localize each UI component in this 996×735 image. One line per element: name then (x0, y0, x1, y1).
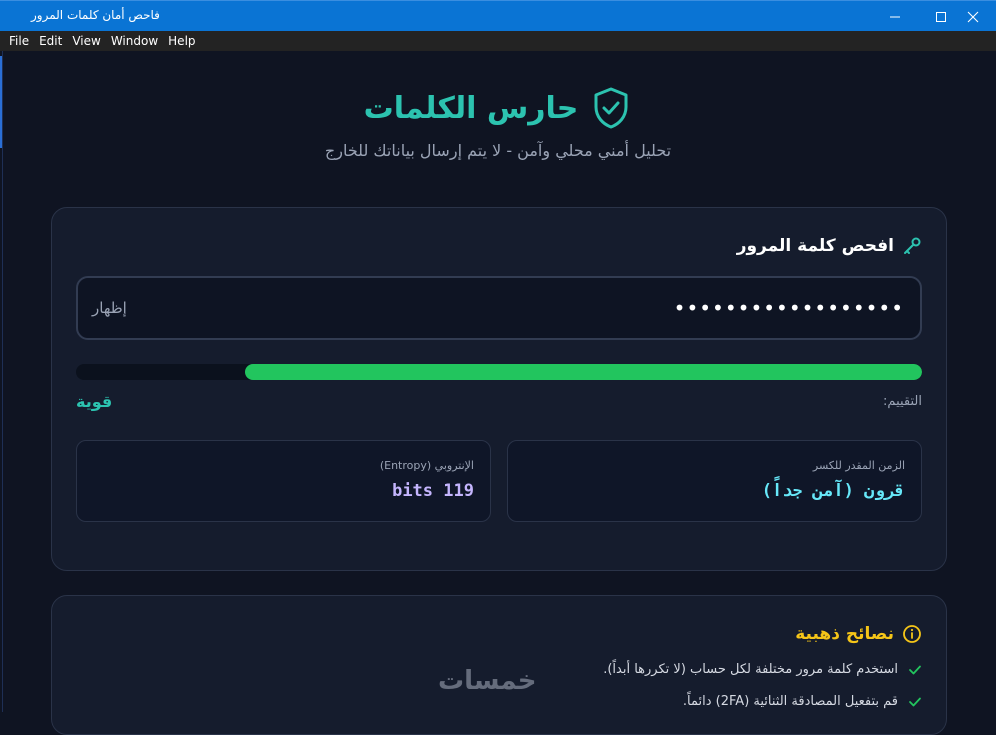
card-title: افحص كلمة المرور (736, 236, 894, 256)
brand-header: حارس الكلمات (352, 86, 642, 130)
check-icon (909, 697, 921, 706)
password-input[interactable]: •••••••••••••••••• إظهار (76, 276, 922, 340)
info-icon (903, 625, 921, 643)
rating-label: التقييم: (883, 394, 922, 409)
maximize-icon (936, 11, 946, 22)
tips-card: نصائح ذهبية استخدم كلمة مرور مختلفة لكل … (51, 595, 947, 735)
page-subtitle: تحليل أمني محلي وآمن - لا يتم إرسال بيان… (324, 141, 672, 160)
page-title: حارس الكلمات (363, 90, 579, 126)
menu-window[interactable]: Window (106, 34, 163, 48)
menu-edit[interactable]: Edit (34, 34, 67, 48)
tip-item: استخدم كلمة مرور مختلفة لكل حساب (لا تكر… (603, 662, 922, 677)
tip-text: قم بتفعيل المصادقة الثنائية (2FA) دائماً… (682, 694, 898, 709)
tip-item: قم بتفعيل المصادقة الثنائية (2FA) دائماً… (683, 694, 922, 709)
strength-meter (76, 364, 922, 380)
app-window: فاحص أمان كلمات المرور File Edit View Wi… (0, 0, 996, 735)
tips-header: نصائح ذهبية (795, 624, 922, 644)
crack-time-label: الزمن المقدر للكسر (812, 459, 905, 472)
rating-value: قوية (76, 392, 113, 411)
window-title: فاحص أمان كلمات المرور (31, 8, 160, 22)
shield-check-icon (594, 87, 628, 129)
key-icon (904, 237, 921, 254)
minimize-icon (890, 16, 900, 17)
menu-view[interactable]: View (67, 34, 105, 48)
entropy-box: الإنتروبي (Entropy) 119 bits (76, 440, 491, 522)
card-header: افحص كلمة المرور (737, 236, 922, 256)
crack-time-box: الزمن المقدر للكسر قرون (آمن جداً) (507, 440, 922, 522)
check-icon (909, 665, 921, 674)
tips-title: نصائح ذهبية (795, 624, 894, 644)
tip-text: استخدم كلمة مرور مختلفة لكل حساب (لا تكر… (603, 662, 898, 677)
menu-file[interactable]: File (4, 34, 34, 48)
show-password-toggle[interactable]: إظهار (92, 299, 127, 317)
password-value[interactable]: •••••••••••••••••• (674, 296, 904, 320)
close-icon (967, 11, 979, 22)
close-button[interactable] (950, 1, 996, 32)
title-bar[interactable]: فاحص أمان كلمات المرور (0, 0, 996, 31)
crack-time-value: قرون (آمن جداً) (761, 481, 905, 501)
menu-bar: File Edit View Window Help (0, 31, 996, 51)
entropy-value: 119 bits (392, 481, 474, 501)
menu-help[interactable]: Help (163, 34, 200, 48)
watermark-logo: خمسات (438, 666, 537, 696)
entropy-label: الإنتروبي (Entropy) (379, 459, 474, 472)
strength-meter-fill (245, 364, 922, 380)
password-check-card: افحص كلمة المرور •••••••••••••••••• إظها… (51, 207, 947, 571)
minimize-button[interactable] (872, 1, 918, 32)
